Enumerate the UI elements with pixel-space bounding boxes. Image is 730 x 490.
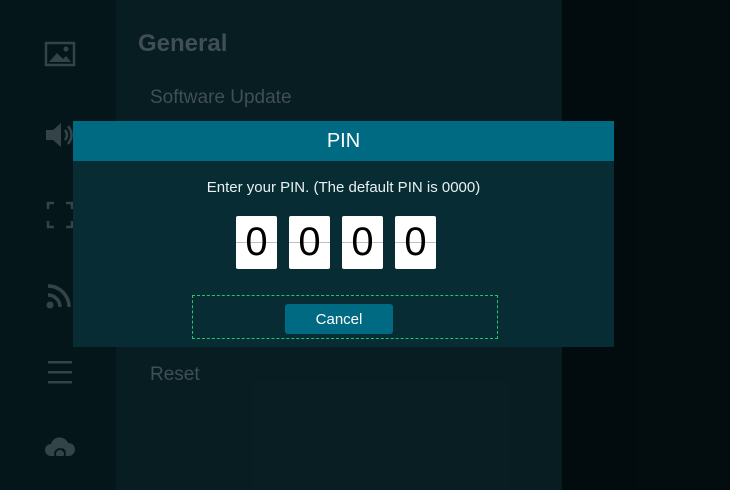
pin-digit-3[interactable]: 0 (342, 216, 383, 269)
pin-digit-4[interactable]: 0 (395, 216, 436, 269)
pin-input-group: 0 0 0 0 (236, 216, 438, 269)
dialog-title: PIN (73, 121, 614, 161)
pin-dialog: PIN Enter your PIN. (The default PIN is … (73, 121, 614, 347)
dialog-message: Enter your PIN. (The default PIN is 0000… (206, 179, 481, 196)
pin-digit-2[interactable]: 0 (289, 216, 330, 269)
pin-digit-1[interactable]: 0 (236, 216, 277, 269)
tv-settings-screen: General Software Update Reset PIN Enter … (0, 0, 730, 490)
cancel-button[interactable]: Cancel (285, 304, 393, 334)
